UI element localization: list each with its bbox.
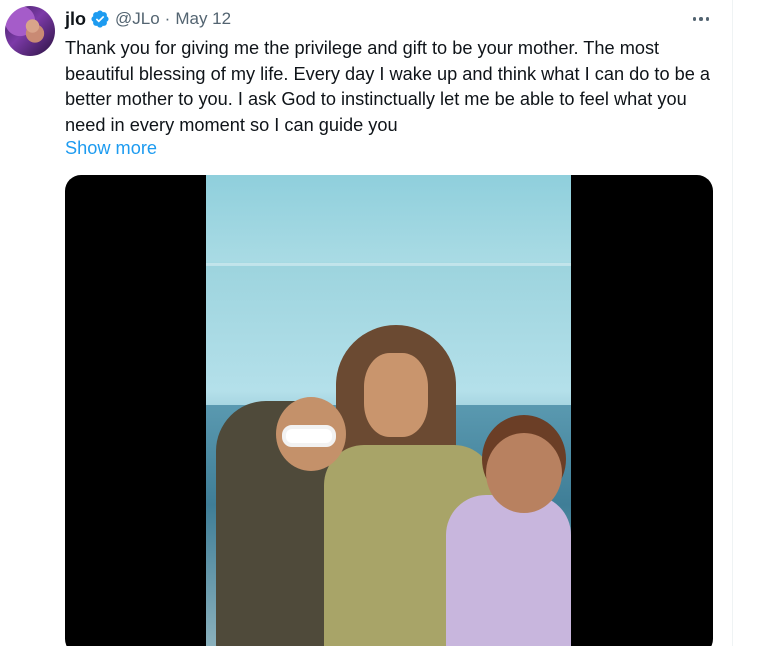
tweet-date[interactable]: May 12: [175, 9, 231, 29]
verified-badge-icon[interactable]: [90, 9, 110, 29]
tweet-card[interactable]: jlo @JLo · May 12 Thank you for giving m…: [0, 0, 732, 646]
avatar[interactable]: [5, 6, 55, 56]
separator-dot: ·: [164, 9, 171, 28]
user-handle[interactable]: @JLo: [115, 9, 160, 29]
tweet-header: jlo @JLo · May 12: [65, 8, 231, 30]
column-divider: [732, 0, 733, 646]
show-more-link[interactable]: Show more: [65, 136, 157, 160]
display-name[interactable]: jlo: [65, 9, 86, 30]
tweet-media[interactable]: [65, 175, 713, 646]
media-photo[interactable]: [206, 175, 571, 646]
tweet-text: Thank you for giving me the privilege an…: [65, 38, 711, 135]
more-horizontal-icon[interactable]: [688, 9, 714, 29]
